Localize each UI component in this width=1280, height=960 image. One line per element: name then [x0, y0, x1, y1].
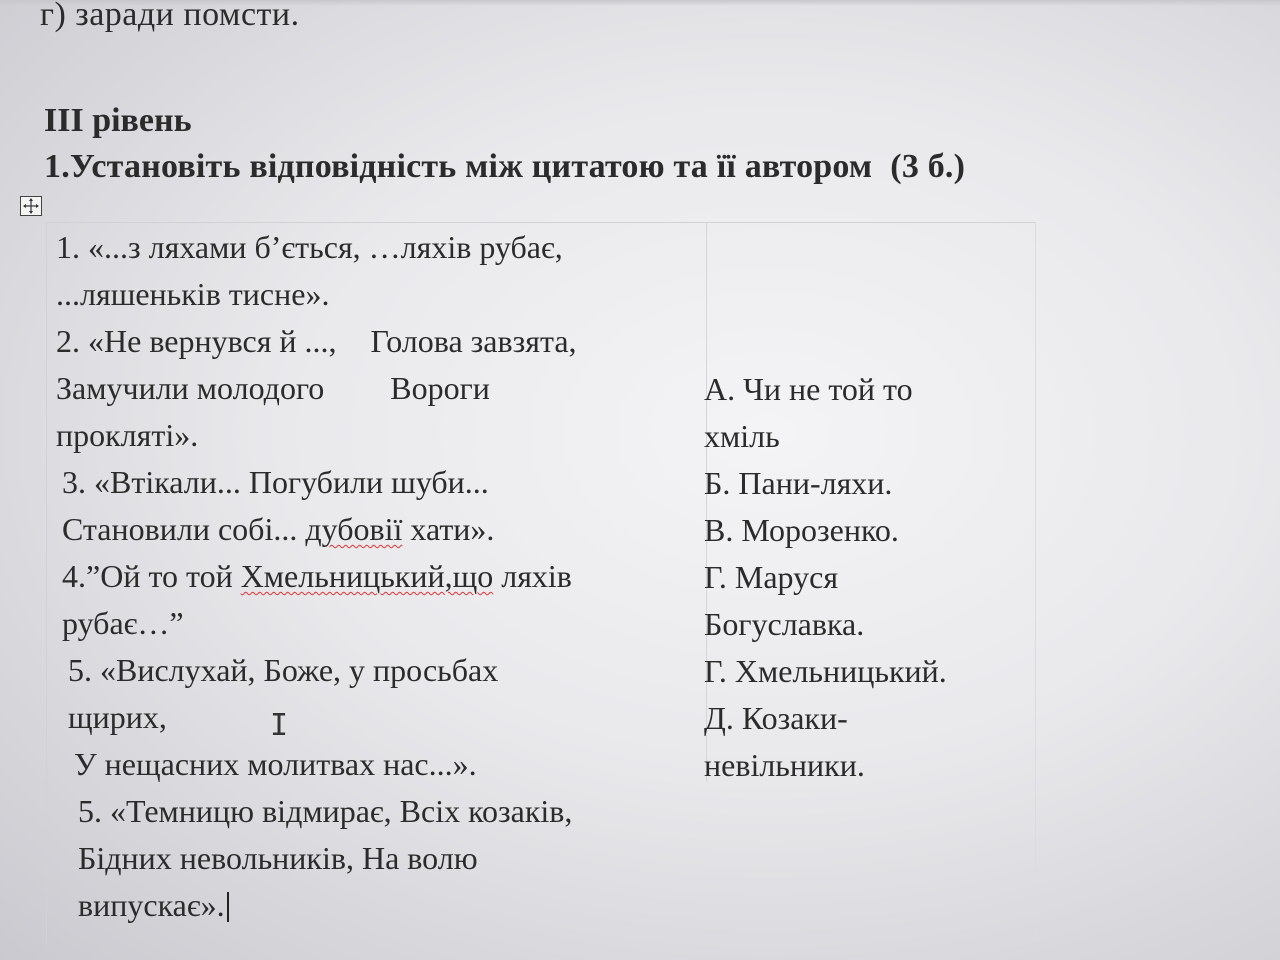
- authors-column[interactable]: А. Чи не той то хміль Б. Пани-ляхи. В. М…: [704, 366, 1024, 789]
- quote-5-line-2[interactable]: щирих,: [56, 694, 706, 741]
- quote-6-line-3[interactable]: випускає».: [78, 887, 225, 923]
- author-d-line-2[interactable]: невільники.: [704, 742, 1024, 789]
- spelling-error-underline: дубовії: [305, 511, 403, 547]
- table-move-handle-icon[interactable]: [20, 196, 42, 216]
- quote-6-row-3[interactable]: випускає».: [56, 882, 706, 929]
- quote-5-line-1[interactable]: 5. «Вислухай, Боже, у просьбах: [56, 647, 706, 694]
- author-g2[interactable]: Г. Хмельницький.: [704, 648, 1024, 695]
- quote-4-line-2[interactable]: рубає…”: [56, 600, 706, 647]
- task-points: (3 б.): [890, 148, 966, 185]
- quote-2-line-2[interactable]: Голова завзята,: [371, 323, 577, 359]
- quote-1-line-1[interactable]: 1. «...з ляхами б’ється, …ляхів рубає,: [56, 224, 706, 271]
- author-a-line-2[interactable]: хміль: [704, 413, 1024, 460]
- ibeam-cursor-icon: I: [270, 708, 289, 743]
- quote-2-line-3[interactable]: Замучили молодого: [56, 370, 324, 406]
- author-d-line-1[interactable]: Д. Козаки-: [704, 695, 1024, 742]
- author-a-line-1[interactable]: А. Чи не той то: [704, 366, 1024, 413]
- quote-6-line-2[interactable]: Бідних невольників, На волю: [56, 835, 706, 882]
- author-v[interactable]: В. Морозенко.: [704, 507, 1024, 554]
- author-g-line-2[interactable]: Богуславка.: [704, 601, 1024, 648]
- quote-1-line-2[interactable]: ...ляшеньків тисне».: [56, 271, 706, 318]
- quotes-column[interactable]: 1. «...з ляхами б’ється, …ляхів рубає, .…: [56, 224, 706, 929]
- spelling-error-underline: Хмельницький,що: [240, 558, 494, 594]
- task-heading: 1.Установіть відповідність між цитатою т…: [44, 148, 965, 186]
- previous-answer-option: г) заради помсти.: [40, 0, 300, 33]
- author-b[interactable]: Б. Пани-ляхи.: [704, 460, 1024, 507]
- quote-2-row-1[interactable]: 2. «Не вернувся й ..., Голова завзята,: [56, 318, 706, 365]
- quote-3-line-1[interactable]: 3. «Втікали... Погубили шуби...: [56, 459, 706, 506]
- text-cursor: [226, 892, 229, 922]
- quote-2-row-2[interactable]: Замучили молодого Вороги: [56, 365, 706, 412]
- task-title: 1.Установіть відповідність між цитатою т…: [44, 148, 873, 185]
- quote-4-line-1[interactable]: 4.”Ой то той Хмельницький,що ляхів: [56, 553, 706, 600]
- quote-5-line-3[interactable]: У нещасних молитвах нас...».: [56, 741, 706, 788]
- quote-2-line-4[interactable]: Вороги: [390, 370, 490, 406]
- quote-2-line-1[interactable]: 2. «Не вернувся й ...,: [56, 323, 337, 359]
- quote-6-line-1[interactable]: 5. «Темницю відмирає, Всіх козаків,: [56, 788, 706, 835]
- quote-3-line-2[interactable]: Становили собі... дубовії хати».: [56, 506, 706, 553]
- level-heading: ІІІ рівень: [44, 102, 192, 139]
- quote-2-line-5[interactable]: прокляті».: [56, 412, 706, 459]
- author-g-line-1[interactable]: Г. Маруся: [704, 554, 1024, 601]
